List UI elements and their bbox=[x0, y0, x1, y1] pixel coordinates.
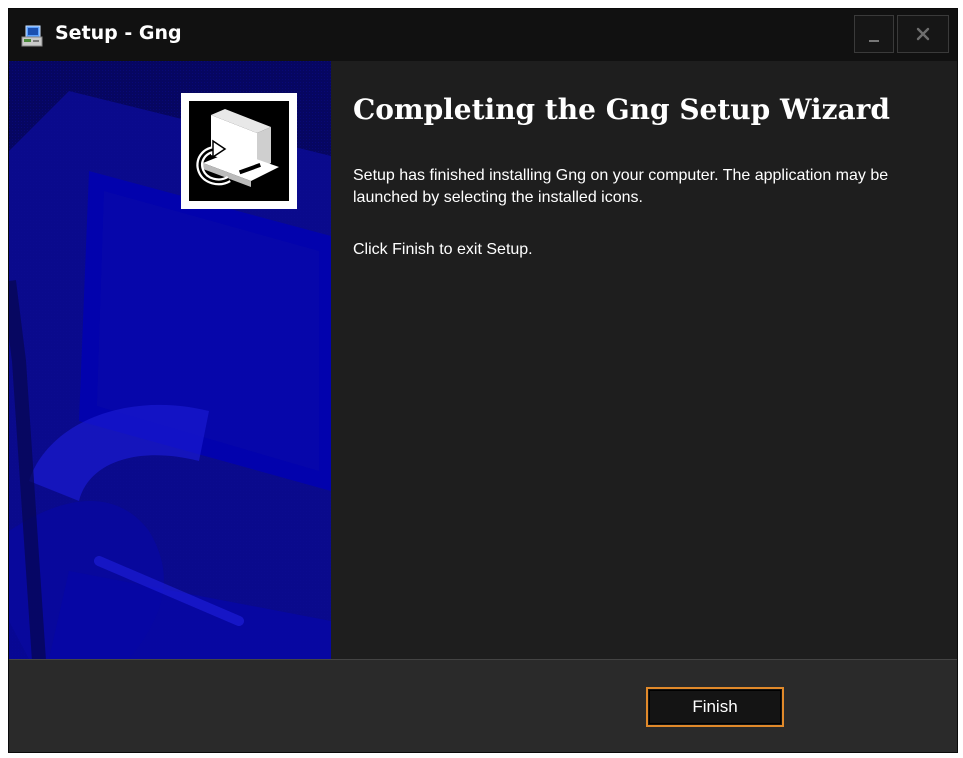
minimize-icon bbox=[869, 40, 879, 42]
finished-message: Setup has finished installing Gng on you… bbox=[353, 167, 889, 206]
setup-window: Setup - Gng Completing the Gng Setup Wiz… bbox=[8, 8, 958, 753]
exit-instruction: Click Finish to exit Setup. bbox=[353, 241, 533, 258]
computer-install-icon bbox=[181, 93, 297, 209]
window-title: Setup - Gng bbox=[55, 22, 182, 44]
wizard-footer: Finish bbox=[9, 659, 957, 752]
finish-button[interactable]: Finish bbox=[646, 687, 784, 727]
wizard-banner-image bbox=[9, 61, 331, 659]
minimize-button[interactable] bbox=[854, 15, 894, 53]
close-icon bbox=[916, 27, 930, 41]
wizard-heading: Completing the Gng Setup Wizard bbox=[353, 93, 890, 126]
logo-background bbox=[189, 101, 289, 201]
wizard-content: Completing the Gng Setup Wizard Setup ha… bbox=[331, 61, 957, 659]
setup-app-icon bbox=[19, 24, 45, 50]
close-button[interactable] bbox=[897, 15, 949, 53]
title-bar[interactable]: Setup - Gng bbox=[9, 9, 957, 61]
